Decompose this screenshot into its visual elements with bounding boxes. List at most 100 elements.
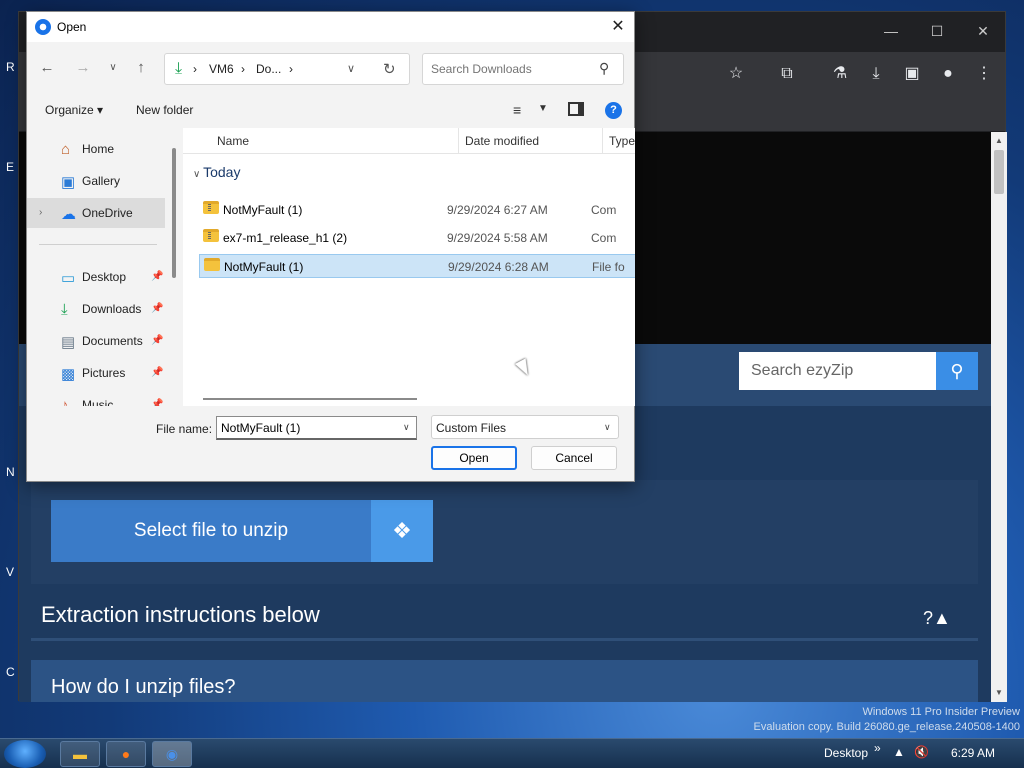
back-icon[interactable]: ← bbox=[37, 58, 57, 78]
desktop-icon-label: V bbox=[6, 565, 15, 579]
search-input[interactable] bbox=[431, 62, 591, 76]
nav-label: Gallery bbox=[82, 174, 121, 188]
scroll-down-icon[interactable]: ▼ bbox=[991, 686, 1007, 700]
up-icon[interactable]: ↑ bbox=[131, 58, 151, 78]
tray-desktop-label[interactable]: Desktop bbox=[824, 746, 868, 760]
profile-icon[interactable]: ● bbox=[937, 63, 959, 85]
site-search-button[interactable]: ⚲ bbox=[936, 352, 978, 390]
extraction-heading: Extraction instructions below bbox=[41, 602, 320, 627]
nav-item-onedrive[interactable]: › ☁ OneDrive bbox=[27, 198, 165, 228]
file-explorer-icon[interactable]: ▬ bbox=[60, 741, 100, 767]
chevron-down-icon: ∨ bbox=[193, 169, 204, 180]
pin-icon: 📌 bbox=[151, 335, 164, 346]
zip-folder-icon bbox=[203, 229, 219, 242]
open-dialog: Open ✕ ← → ∨ ↑ ⤓ › VM6 › Do... › ∨ ↻ ⚲ O… bbox=[26, 11, 635, 482]
scroll-up-icon[interactable]: ▲ bbox=[991, 134, 1007, 148]
view-options-icon[interactable]: ≡ bbox=[513, 102, 521, 118]
file-date: 9/29/2024 6:27 AM bbox=[447, 203, 548, 217]
nav-item-documents[interactable]: ▤ Documents 📌 bbox=[27, 326, 165, 356]
download-icon[interactable]: ⤓ bbox=[865, 63, 887, 85]
scroll-thumb[interactable] bbox=[994, 150, 1004, 194]
column-header-date[interactable]: Date modified bbox=[465, 134, 539, 148]
dropbox-icon: ❖ bbox=[392, 518, 412, 543]
column-separator[interactable] bbox=[602, 128, 603, 154]
recent-chevron-icon[interactable]: ∨ bbox=[103, 58, 123, 78]
chevron-down-icon[interactable]: ∨ bbox=[347, 62, 355, 75]
forward-icon[interactable]: → bbox=[73, 58, 93, 78]
nav-item-home[interactable]: ⌂ Home bbox=[27, 134, 165, 164]
star-icon[interactable]: ☆ bbox=[725, 63, 747, 85]
watermark-line: Evaluation copy. Build 26080.ge_release.… bbox=[753, 721, 1020, 733]
breadcrumb-separator: › bbox=[289, 62, 293, 76]
filename-label: File name: bbox=[156, 422, 213, 436]
breadcrumb-segment[interactable]: VM6 bbox=[209, 62, 234, 76]
nav-label: Documents bbox=[82, 334, 143, 348]
site-search-input[interactable]: Search ezyZip bbox=[739, 352, 936, 390]
group-header[interactable]: ∨ Today bbox=[193, 164, 240, 180]
group-label: Today bbox=[203, 164, 241, 180]
close-button[interactable]: ✕ bbox=[971, 20, 995, 42]
music-icon: ♪ bbox=[61, 397, 69, 406]
horizontal-scrollbar[interactable] bbox=[203, 398, 417, 400]
address-bar[interactable]: ⤓ › VM6 › Do... › ∨ ↻ bbox=[164, 53, 410, 85]
nav-item-music[interactable]: ♪ Music 📌 bbox=[27, 390, 165, 406]
chevron-right-icon[interactable]: › bbox=[39, 207, 42, 218]
file-row[interactable]: NotMyFault (1) 9/29/2024 6:27 AM Com bbox=[199, 198, 635, 222]
minimize-button[interactable]: — bbox=[879, 20, 903, 42]
file-date: 9/29/2024 6:28 AM bbox=[448, 260, 549, 274]
file-name: NotMyFault (1) bbox=[224, 260, 304, 274]
pin-icon: 📌 bbox=[151, 303, 164, 314]
command-bar: Organize ▾ New folder ≡ ▼ ? bbox=[27, 97, 634, 125]
tray-overflow-icon[interactable]: » bbox=[874, 741, 881, 755]
column-separator[interactable] bbox=[458, 128, 459, 154]
pin-icon: 📌 bbox=[151, 367, 164, 378]
chevron-down-icon[interactable]: ▼ bbox=[538, 103, 548, 114]
file-type: Com bbox=[591, 231, 617, 245]
chevron-down-icon[interactable]: ∨ bbox=[403, 422, 410, 433]
nav-item-pictures[interactable]: ▩ Pictures 📌 bbox=[27, 358, 165, 388]
menu-icon[interactable]: ⋮ bbox=[973, 63, 995, 85]
maximize-button[interactable]: ☐ bbox=[925, 20, 949, 42]
new-folder-button[interactable]: New folder bbox=[136, 103, 193, 117]
chevron-up-icon[interactable]: ▲ bbox=[893, 745, 905, 759]
nav-scrollbar[interactable] bbox=[172, 148, 176, 278]
nav-label: Music bbox=[82, 398, 114, 406]
start-button[interactable] bbox=[4, 740, 46, 768]
nav-label: Home bbox=[82, 142, 115, 156]
zip-icon bbox=[208, 204, 211, 212]
breadcrumb-segment[interactable]: Do... bbox=[256, 62, 281, 76]
filename-input[interactable] bbox=[221, 421, 391, 435]
clock[interactable]: 6:29 AM bbox=[951, 746, 995, 760]
nav-item-gallery[interactable]: ▣ Gallery bbox=[27, 166, 165, 196]
desktop-icon-label: C bbox=[6, 665, 15, 679]
how-panel[interactable]: How do I unzip files? bbox=[31, 660, 978, 702]
refresh-icon[interactable]: ↻ bbox=[383, 60, 396, 78]
help-icon[interactable]: ? bbox=[605, 102, 622, 119]
nav-item-downloads[interactable]: ⤓ Downloads 📌 bbox=[27, 294, 165, 324]
cancel-button[interactable]: Cancel bbox=[531, 446, 617, 470]
chrome-icon[interactable]: ◉ bbox=[152, 741, 192, 767]
sidepanel-icon[interactable]: ▣ bbox=[901, 63, 923, 85]
labs-icon[interactable]: ⚗ bbox=[829, 63, 851, 85]
cloud-icon: ☁ bbox=[61, 206, 76, 223]
dropbox-button[interactable]: ❖ bbox=[371, 500, 433, 562]
filetype-select[interactable]: Custom Files ∨ bbox=[431, 415, 619, 439]
page-scrollbar[interactable]: ▲ ▼ bbox=[991, 132, 1007, 702]
nav-item-desktop[interactable]: ▭ Desktop 📌 bbox=[27, 262, 165, 292]
extension-icon[interactable]: ⧉ bbox=[776, 63, 798, 85]
volume-muted-icon[interactable]: 🔇 bbox=[914, 745, 929, 759]
column-header-type[interactable]: Type bbox=[609, 134, 635, 148]
file-row[interactable]: ex7-m1_release_h1 (2) 9/29/2024 5:58 AM … bbox=[199, 226, 635, 250]
select-file-button[interactable]: Select file to unzip bbox=[51, 500, 371, 562]
firefox-icon[interactable]: ● bbox=[106, 741, 146, 767]
column-header-name[interactable]: Name bbox=[217, 134, 249, 148]
open-button[interactable]: Open bbox=[431, 446, 517, 470]
filename-combobox[interactable]: ∨ bbox=[216, 416, 417, 440]
file-type: File fo bbox=[592, 260, 625, 274]
file-row[interactable]: NotMyFault (1) 9/29/2024 6:28 AM File fo bbox=[199, 254, 635, 278]
organize-button[interactable]: Organize ▾ bbox=[45, 103, 103, 117]
close-icon[interactable]: ✕ bbox=[607, 16, 629, 38]
search-box[interactable]: ⚲ bbox=[422, 53, 624, 85]
extraction-toggle[interactable]: ?▲ bbox=[923, 608, 951, 629]
preview-pane-icon[interactable] bbox=[568, 102, 584, 116]
